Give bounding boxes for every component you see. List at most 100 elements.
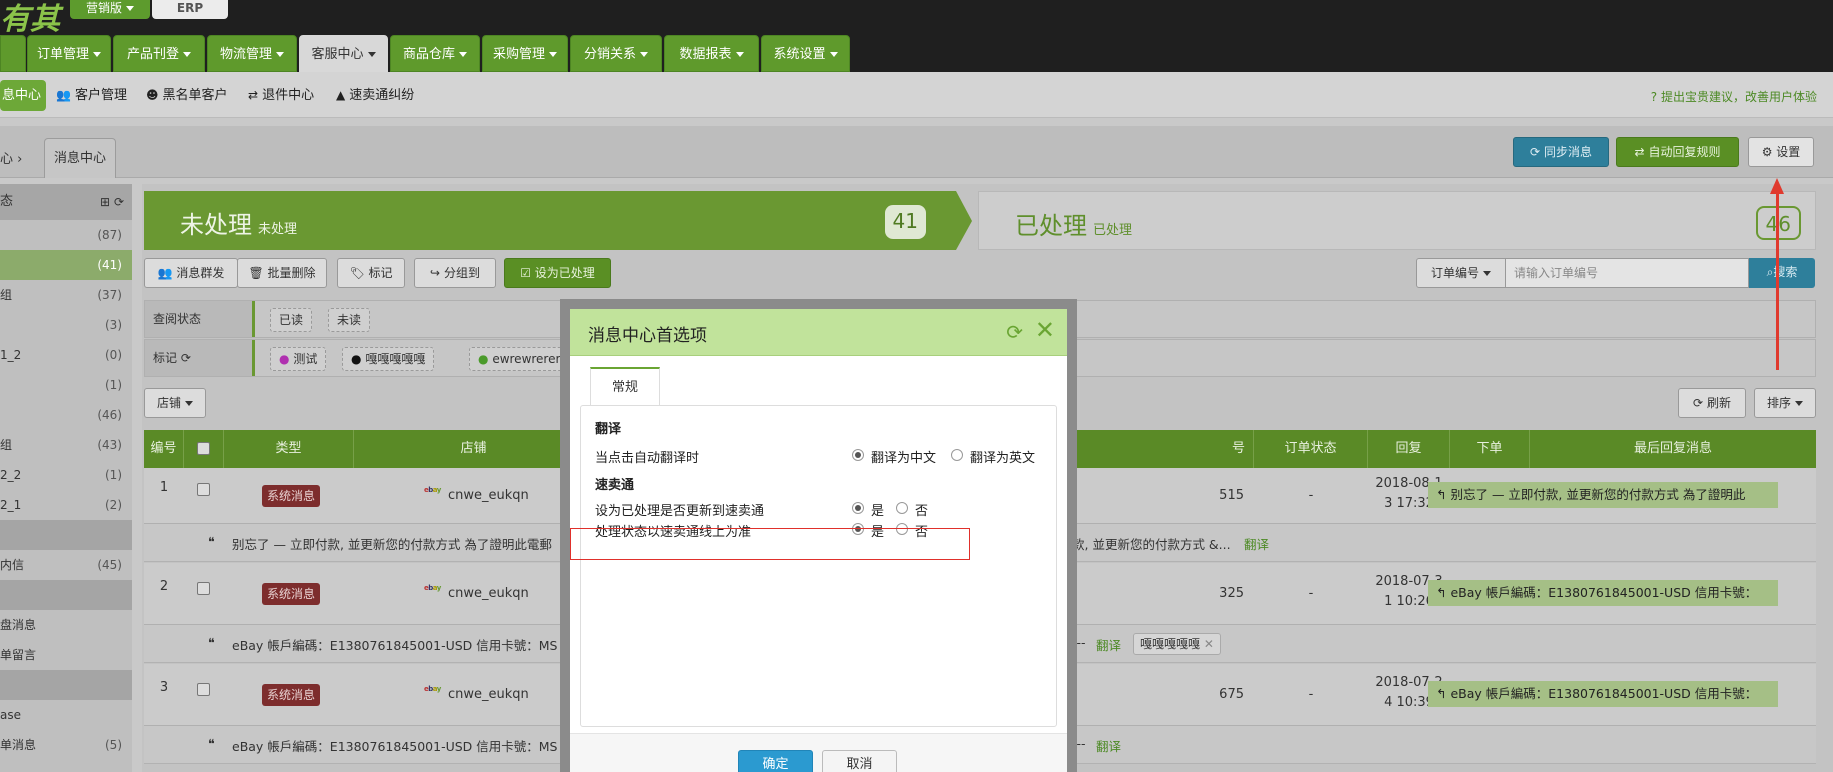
store-name: cnwe_eukqn xyxy=(448,488,529,503)
select-all-checkbox[interactable] xyxy=(197,442,210,455)
sidebar-item[interactable]: 组 (43) xyxy=(0,430,132,460)
close-icon[interactable]: ✕ xyxy=(1204,637,1214,651)
chevron-down-icon xyxy=(459,52,467,57)
radio-label: 是 xyxy=(871,504,885,519)
sidebar-item[interactable]: 1_2 (0) xyxy=(0,340,132,370)
store-dropdown[interactable]: 店铺 xyxy=(144,388,206,418)
modal-footer xyxy=(570,733,1067,772)
search-button[interactable]: ⌕搜索 xyxy=(1749,258,1815,288)
breadcrumb-parent[interactable]: 心 › xyxy=(0,148,22,167)
pending-title-text: 未处理 xyxy=(180,211,252,239)
last-reply-message[interactable]: ↰ eBay 帳戶編碼：E1380761845001-USD 信用卡號： xyxy=(1428,681,1778,707)
order-field-select[interactable]: 订单编号 xyxy=(1416,258,1506,288)
nav-tab-customer-service[interactable]: 客服中心 xyxy=(299,35,388,72)
batch-delete-button[interactable]: 🗑 批量删除 xyxy=(237,258,327,288)
sidebar-item-selected[interactable]: (41) xyxy=(0,250,132,280)
filter-chip-mark[interactable]: ● 测试 xyxy=(270,347,327,371)
erp-tab[interactable]: ERP xyxy=(152,0,228,19)
settings-button[interactable]: ⚙ 设置 xyxy=(1748,137,1814,167)
sitemap-icon[interactable]: ⊞ xyxy=(100,195,110,209)
close-icon[interactable]: ✕ xyxy=(1035,316,1055,344)
mark-button[interactable]: 🏷 标记 xyxy=(337,258,405,288)
filter-chip-read[interactable]: 已读 xyxy=(270,308,313,332)
set-processed-button[interactable]: ☑ 设为已处理 xyxy=(504,258,611,288)
chevron-down-icon xyxy=(829,52,838,57)
refresh-icon[interactable]: ⟳ xyxy=(181,351,191,365)
sync-messages-button[interactable]: ⟳ 同步消息 xyxy=(1513,137,1609,167)
sort-dropdown[interactable]: 排序 xyxy=(1754,388,1816,418)
refresh-icon[interactable]: ⟳ xyxy=(1006,320,1023,344)
nav-tab-products[interactable]: 产品刊登 xyxy=(113,35,205,72)
sidebar-item[interactable]: 单留言 xyxy=(0,640,132,670)
mass-send-label: 消息群发 xyxy=(176,266,225,280)
nav-tab-partial[interactable] xyxy=(0,35,26,72)
auto-reply-rules-button[interactable]: ⇄ 自动回复规则 xyxy=(1616,137,1739,167)
sidebar-item[interactable]: 2_2 (1) xyxy=(0,460,132,490)
suggestion-link[interactable]: ? 提出宝贵建议，改善用户体验 xyxy=(1651,88,1817,105)
sidebar-item-label: 盘消息 xyxy=(0,618,37,632)
type-badge: 系统消息 xyxy=(262,583,321,605)
row-checkbox[interactable] xyxy=(197,683,210,696)
message-tag[interactable]: 嘎嘎嘎嘎嘎 ✕ xyxy=(1133,633,1221,655)
radio-chinese[interactable] xyxy=(852,449,864,461)
subnav-disputes[interactable]: ▲ 速卖通纠纷 xyxy=(336,80,414,111)
edition-dropdown[interactable]: 营销版 xyxy=(70,0,150,19)
sidebar-item[interactable]: 单消息 (5) xyxy=(0,730,132,760)
ebay-logo-icon: ebay xyxy=(424,486,441,494)
refresh-icon[interactable]: ⟳ xyxy=(114,195,124,209)
sidebar-item[interactable]: (3) xyxy=(0,310,132,340)
chevron-down-icon xyxy=(183,52,191,57)
subnav-returns[interactable]: ⇄ 退件中心 xyxy=(248,80,314,111)
store-label: 店铺 xyxy=(156,396,181,410)
sidebar-item-label: 2_2 xyxy=(0,468,22,482)
sidebar-item[interactable]: 组 (37) xyxy=(0,280,132,310)
filter-chip-mark[interactable]: ● 嘎嘎嘎嘎嘎 xyxy=(342,347,435,371)
radio-yes[interactable] xyxy=(852,502,864,514)
sidebar-item[interactable]: (46) xyxy=(0,400,132,430)
sidebar-item[interactable]: (87) xyxy=(0,220,132,250)
last-reply-message[interactable]: ↰ eBay 帳戶編碼：E1380761845001-USD 信用卡號： xyxy=(1428,580,1778,606)
row-checkbox[interactable] xyxy=(197,483,210,496)
refresh-button[interactable]: ⟳ 刷新 xyxy=(1678,388,1746,418)
mass-send-button[interactable]: 👥 消息群发 xyxy=(144,258,238,288)
breadcrumb-current-tab[interactable]: 消息中心 xyxy=(44,138,116,178)
suggestion-label: 提出宝贵建议，改善用户体验 xyxy=(1660,90,1817,104)
radio-english[interactable] xyxy=(951,449,963,461)
sidebar-item-count: (87) xyxy=(97,228,122,242)
nav-tab-reports[interactable]: 数据报表 xyxy=(664,35,759,72)
cancel-button[interactable]: 取消 xyxy=(822,750,897,772)
radio-label: 否 xyxy=(915,504,929,519)
nav-tab-warehouse[interactable]: 商品仓库 xyxy=(390,35,480,72)
subnav-message-center[interactable]: 息中心 xyxy=(0,80,46,111)
radio-no[interactable] xyxy=(896,502,908,514)
filter-chip-mark[interactable]: ● ewrewrerere xyxy=(469,347,569,371)
done-status-card[interactable]: 已处理已处理 46 xyxy=(978,191,1816,250)
filter-chip-unread[interactable]: 未读 xyxy=(328,308,371,332)
nav-tab-settings[interactable]: 系统设置 xyxy=(761,35,850,72)
subnav-customers[interactable]: 👥 客户管理 xyxy=(56,80,127,111)
tab-general[interactable]: 常规 xyxy=(590,367,660,405)
nav-tab-orders[interactable]: 订单管理 xyxy=(27,35,111,72)
reply-icon: ↰ xyxy=(1436,686,1447,701)
nav-tab-logistics[interactable]: 物流管理 xyxy=(207,35,297,72)
order-number-input[interactable]: 请输入订单编号 xyxy=(1505,258,1749,288)
group-to-button[interactable]: ↪ 分组到 xyxy=(414,258,496,288)
translate-link[interactable]: 翻译 xyxy=(1244,534,1269,553)
sidebar-item[interactable]: (1) xyxy=(0,370,132,400)
option-label: 设为已处理是否更新到速卖通 xyxy=(595,504,765,519)
subnav-blacklist[interactable]: ☻ 黑名单客户 xyxy=(146,80,228,111)
filter-label: 标记 ⟳ xyxy=(145,340,255,376)
last-reply-message[interactable]: ↰ 别忘了 — 立即付款, 並更新您的付款方式 為了證明此 xyxy=(1428,482,1778,508)
sidebar-item[interactable]: 2_1 (2) xyxy=(0,490,132,520)
quote-icon: ❝ xyxy=(208,534,215,549)
confirm-button[interactable]: 确定 xyxy=(738,750,813,772)
pending-status-card[interactable]: 未处理 未处理 41 xyxy=(144,191,956,250)
translate-link[interactable]: 翻译 xyxy=(1096,736,1121,755)
nav-tab-purchasing[interactable]: 采购管理 xyxy=(482,35,568,72)
translate-link[interactable]: 翻译 xyxy=(1096,635,1121,654)
sidebar-item[interactable]: ase xyxy=(0,700,132,730)
row-checkbox[interactable] xyxy=(197,582,210,595)
nav-tab-distribution[interactable]: 分销关系 xyxy=(570,35,662,72)
sidebar-item[interactable]: 盘消息 xyxy=(0,610,132,640)
sidebar-item[interactable]: 内信 (45) xyxy=(0,550,132,580)
